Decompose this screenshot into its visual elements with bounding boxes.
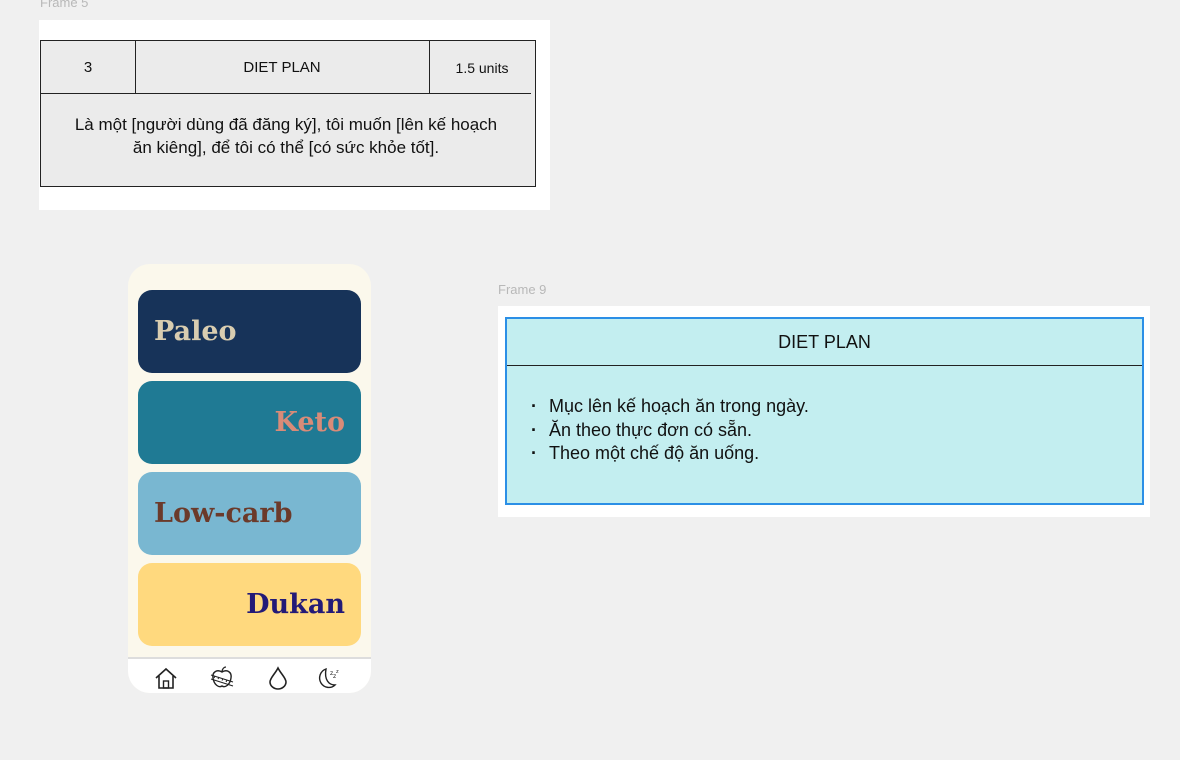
list-item: Theo một chế độ ăn uống. xyxy=(531,442,809,466)
phone-mockup: Paleo Keto Low-carb Dukan z z z xyxy=(128,264,371,693)
bottom-nav: z z z xyxy=(128,657,371,693)
diet-label: Dukan xyxy=(246,589,345,620)
diet-card-low-carb[interactable]: Low-carb xyxy=(138,472,361,555)
frame-9-label: Frame 9 xyxy=(498,282,547,297)
list-item-text: Theo một chế độ ăn uống. xyxy=(549,443,760,463)
list-item: Ăn theo thực đơn có sẵn. xyxy=(531,419,809,443)
diet-card-paleo[interactable]: Paleo xyxy=(138,290,361,373)
story-units: 1.5 units xyxy=(455,60,509,76)
apple-tape-measure-icon[interactable] xyxy=(209,665,235,691)
story-header-row: 3 DIET PLAN 1.5 units xyxy=(41,41,535,94)
water-drop-icon[interactable] xyxy=(265,665,291,691)
diet-label: Low-carb xyxy=(154,498,293,529)
user-story-card: 3 DIET PLAN 1.5 units Là một [người dùng… xyxy=(40,40,536,187)
divider xyxy=(41,93,531,94)
list-item: Mục lên kế hoạch ăn trong ngày. xyxy=(531,395,809,419)
frame-5-label: Frame 5 xyxy=(40,0,89,10)
frame-5: 3 DIET PLAN 1.5 units Là một [người dùng… xyxy=(39,20,550,210)
moon-sleep-icon[interactable]: z z z xyxy=(314,665,340,691)
frame-9: DIET PLAN Mục lên kế hoạch ăn trong ngày… xyxy=(498,306,1150,517)
feature-title: DIET PLAN xyxy=(507,319,1142,366)
feature-list: Mục lên kế hoạch ăn trong ngày. Ăn theo … xyxy=(531,395,809,466)
home-icon[interactable] xyxy=(153,665,179,691)
story-text: Là một [người dùng đã đăng ký], tôi muốn… xyxy=(74,115,498,157)
diet-label: Paleo xyxy=(154,316,237,347)
svg-text:z: z xyxy=(336,669,339,675)
list-item-text: Mục lên kế hoạch ăn trong ngày. xyxy=(549,396,809,416)
feature-card: DIET PLAN Mục lên kế hoạch ăn trong ngày… xyxy=(505,317,1144,505)
diet-card-dukan[interactable]: Dukan xyxy=(138,563,361,646)
diet-label: Keto xyxy=(274,407,345,438)
diet-card-keto[interactable]: Keto xyxy=(138,381,361,464)
story-number: 3 xyxy=(41,41,136,94)
list-item-text: Ăn theo thực đơn có sẵn. xyxy=(549,419,752,440)
story-title: DIET PLAN xyxy=(135,41,430,94)
